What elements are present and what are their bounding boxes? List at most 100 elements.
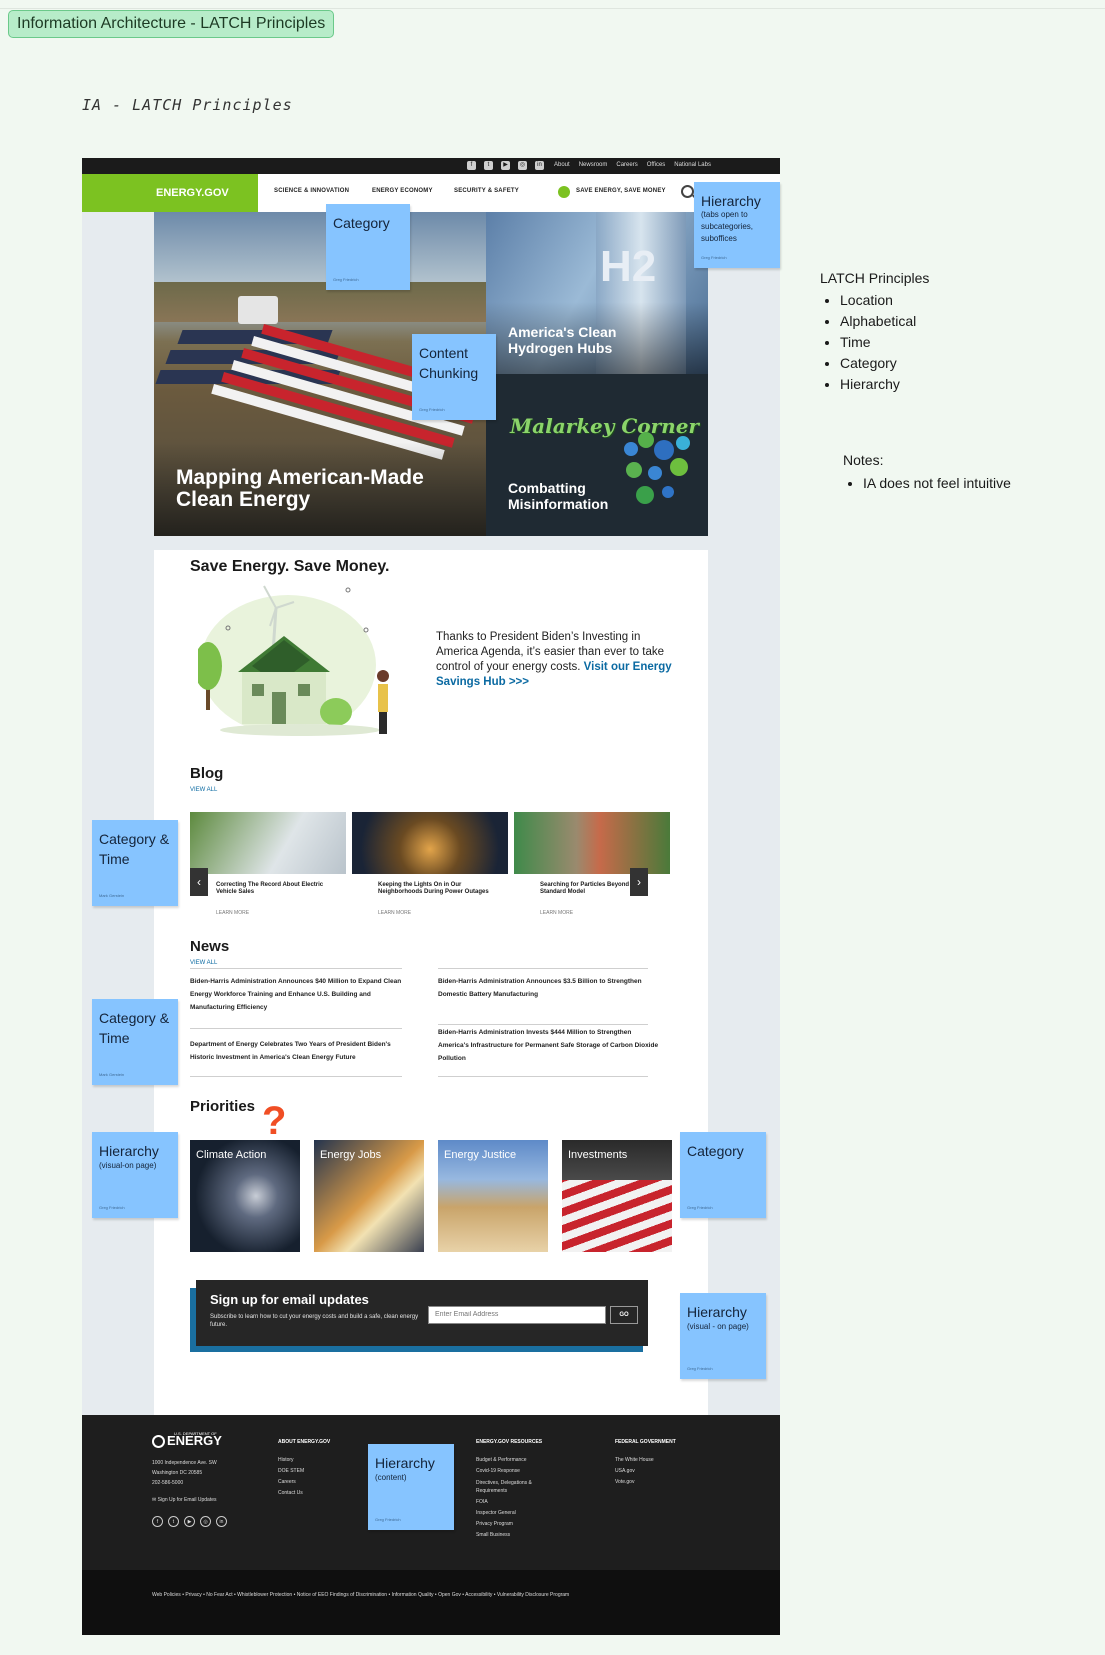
- footer-link[interactable]: USA.gov: [615, 1468, 635, 1474]
- footer-email-signup-label: Sign Up for Email Updates: [157, 1497, 217, 1503]
- footer-link[interactable]: FOIA: [476, 1499, 488, 1505]
- sticky-author: Greg Friedrich: [687, 1366, 713, 1371]
- footer-link[interactable]: Budget & Performance: [476, 1457, 527, 1463]
- site-logo[interactable]: ENERGY.GOV: [82, 174, 258, 212]
- divider: [438, 1076, 648, 1077]
- chevron-right-icon[interactable]: ›: [630, 868, 648, 896]
- save-energy-title: Save Energy. Save Money.: [190, 558, 390, 575]
- twitter-icon[interactable]: t: [484, 161, 493, 170]
- news-view-all-link[interactable]: VIEW ALL: [190, 960, 217, 966]
- footer-link[interactable]: DOE STEM: [278, 1468, 304, 1474]
- footer-link[interactable]: History: [278, 1457, 294, 1463]
- h2-graphic: H2: [600, 242, 657, 291]
- footer-link[interactable]: Covid-19 Response: [476, 1468, 520, 1474]
- signup-go-button[interactable]: GO: [610, 1306, 638, 1324]
- blog-card-image: [514, 812, 670, 874]
- nav-save-energy[interactable]: SAVE ENERGY, SAVE MONEY: [576, 188, 666, 194]
- blog-card-title[interactable]: Correcting The Record About Electric Veh…: [208, 874, 346, 910]
- footer-address: Washington DC 20585: [152, 1470, 203, 1476]
- search-icon[interactable]: [681, 185, 694, 198]
- news-title: News: [190, 938, 230, 955]
- sticky-note-hierarchy-priorities[interactable]: Hierarchy (visual-on page) Greg Friedric…: [92, 1132, 178, 1218]
- blog-learn-more-link[interactable]: LEARN MORE: [378, 910, 411, 916]
- utility-bar: f t ▶ ◎ in About Newsroom Careers Office…: [82, 158, 780, 174]
- nav-energy-economy[interactable]: ENERGY ECONOMY: [372, 188, 433, 194]
- hero-malarkey-feature[interactable]: Malarkey Corner Combatting Misinformatio…: [486, 374, 708, 536]
- bubble-graphic: [626, 462, 642, 478]
- policy-links[interactable]: Web Policies • Privacy • No Fear Act • W…: [152, 1590, 612, 1600]
- instagram-icon[interactable]: ◎: [200, 1516, 211, 1527]
- news-item[interactable]: Department of Energy Celebrates Two Year…: [190, 1038, 412, 1064]
- priority-card-climate-action[interactable]: Climate Action: [190, 1140, 300, 1252]
- sticky-author: Greg Friedrich: [99, 1205, 125, 1210]
- priority-card-investments[interactable]: Investments: [562, 1140, 672, 1252]
- twitter-icon[interactable]: t: [168, 1516, 179, 1527]
- footer-logo[interactable]: U.S. DEPARTMENT OF ENERGY: [152, 1431, 222, 1449]
- sticky-title: Category: [687, 1143, 744, 1159]
- sticky-title: Hierarchy: [99, 1143, 159, 1159]
- utility-link-newsroom[interactable]: Newsroom: [579, 162, 608, 168]
- news-item[interactable]: Biden-Harris Administration Announces $3…: [438, 975, 660, 1001]
- youtube-icon[interactable]: ▶: [501, 161, 510, 170]
- footer-link[interactable]: Inspector General: [476, 1510, 516, 1516]
- nav-security-safety[interactable]: SECURITY & SAFETY: [454, 188, 519, 194]
- blog-view-all-link[interactable]: VIEW ALL: [190, 787, 217, 793]
- sticky-note-category[interactable]: Category Greg Friedrich: [326, 204, 410, 290]
- hero-hydrogen-title[interactable]: America's Clean Hydrogen Hubs: [508, 324, 658, 356]
- blog-card-title[interactable]: Searching for Particles Beyond the Stand…: [532, 874, 670, 910]
- footer-link[interactable]: Privacy Program: [476, 1521, 513, 1527]
- youtube-icon[interactable]: ▶: [184, 1516, 195, 1527]
- blog-card[interactable]: Correcting The Record About Electric Veh…: [190, 812, 346, 924]
- news-item[interactable]: Biden-Harris Administration Announces $4…: [190, 975, 412, 1014]
- sticky-note-hierarchy-footer[interactable]: Hierarchy (content) Greg Friedrich: [368, 1444, 454, 1530]
- blog-card-title[interactable]: Keeping the Lights On in Our Neighborhoo…: [370, 874, 508, 910]
- notes-block[interactable]: Notes: IA does not feel intuitive: [843, 452, 1011, 494]
- sticky-title: Category & Time: [99, 831, 170, 867]
- footer-link[interactable]: Careers: [278, 1479, 296, 1485]
- lightbulb-icon: [558, 186, 570, 198]
- sticky-note-category-priorities[interactable]: Category Greg Friedrich: [680, 1132, 766, 1218]
- sticky-title: Category: [333, 215, 390, 231]
- utility-link-offices[interactable]: Offices: [647, 162, 666, 168]
- chevron-left-icon[interactable]: ‹: [190, 868, 208, 896]
- canvas-divider: [0, 8, 1105, 9]
- sticky-note-category-time-news[interactable]: Category & Time Mark Gerstein: [92, 999, 178, 1085]
- linkedin-icon[interactable]: in: [535, 161, 544, 170]
- blog-learn-more-link[interactable]: LEARN MORE: [540, 910, 573, 916]
- sticky-note-category-time-blog[interactable]: Category & Time Mark Gerstein: [92, 820, 178, 906]
- sticky-note-content-chunking[interactable]: Content Chunking Greg Friedrich: [412, 334, 496, 420]
- instagram-icon[interactable]: ◎: [518, 161, 527, 170]
- footer-email-signup-link[interactable]: ✉ Sign Up for Email Updates: [152, 1497, 217, 1503]
- blog-learn-more-link[interactable]: LEARN MORE: [216, 910, 249, 916]
- footer-link[interactable]: Directives, Delegations & Requirements: [476, 1479, 548, 1495]
- facebook-icon[interactable]: f: [467, 161, 476, 170]
- footer-link[interactable]: Small Business: [476, 1532, 510, 1538]
- utility-link-about[interactable]: About: [554, 162, 570, 168]
- latch-principles-note[interactable]: LATCH Principles Location Alphabetical T…: [820, 270, 929, 395]
- hero-malarkey-title[interactable]: Combatting Misinformation: [508, 480, 628, 512]
- utility-link-national-labs[interactable]: National Labs: [674, 162, 711, 168]
- news-item[interactable]: Biden-Harris Administration Invests $444…: [438, 1026, 660, 1065]
- hero-hydrogen-feature[interactable]: H2 America's Clean Hydrogen Hubs: [486, 212, 708, 374]
- priority-card-energy-jobs[interactable]: Energy Jobs: [314, 1140, 424, 1252]
- blog-card[interactable]: Keeping the Lights On in Our Neighborhoo…: [352, 812, 508, 924]
- divider: [190, 968, 402, 969]
- facebook-icon[interactable]: f: [152, 1516, 163, 1527]
- sticky-note-hierarchy-nav[interactable]: Hierarchy (tabs open to subcategories, s…: [694, 182, 780, 268]
- nav-science-innovation[interactable]: SCIENCE & INNOVATION: [274, 188, 349, 194]
- footer-link[interactable]: The White House: [615, 1457, 654, 1463]
- hero-main-title[interactable]: Mapping American-Made Clean Energy: [176, 467, 466, 511]
- footer-link[interactable]: Contact Us: [278, 1490, 303, 1496]
- house-illustration: [198, 585, 389, 736]
- sticky-subtitle: (visual-on page): [99, 1161, 157, 1170]
- footer-resources-heading: ENERGY.GOV RESOURCES: [476, 1439, 543, 1445]
- sticky-author: Greg Friedrich: [375, 1517, 401, 1522]
- frame-title[interactable]: Information Architecture - LATCH Princip…: [8, 10, 335, 38]
- sticky-note-hierarchy-signup[interactable]: Hierarchy (visual - on page) Greg Friedr…: [680, 1293, 766, 1379]
- priority-card-energy-justice[interactable]: Energy Justice: [438, 1140, 548, 1252]
- footer-link[interactable]: Vote.gov: [615, 1479, 634, 1485]
- latch-list: Location Alphabetical Time Category Hier…: [820, 290, 929, 395]
- linkedin-icon[interactable]: in: [216, 1516, 227, 1527]
- email-input[interactable]: [428, 1306, 606, 1324]
- utility-link-careers[interactable]: Careers: [616, 162, 637, 168]
